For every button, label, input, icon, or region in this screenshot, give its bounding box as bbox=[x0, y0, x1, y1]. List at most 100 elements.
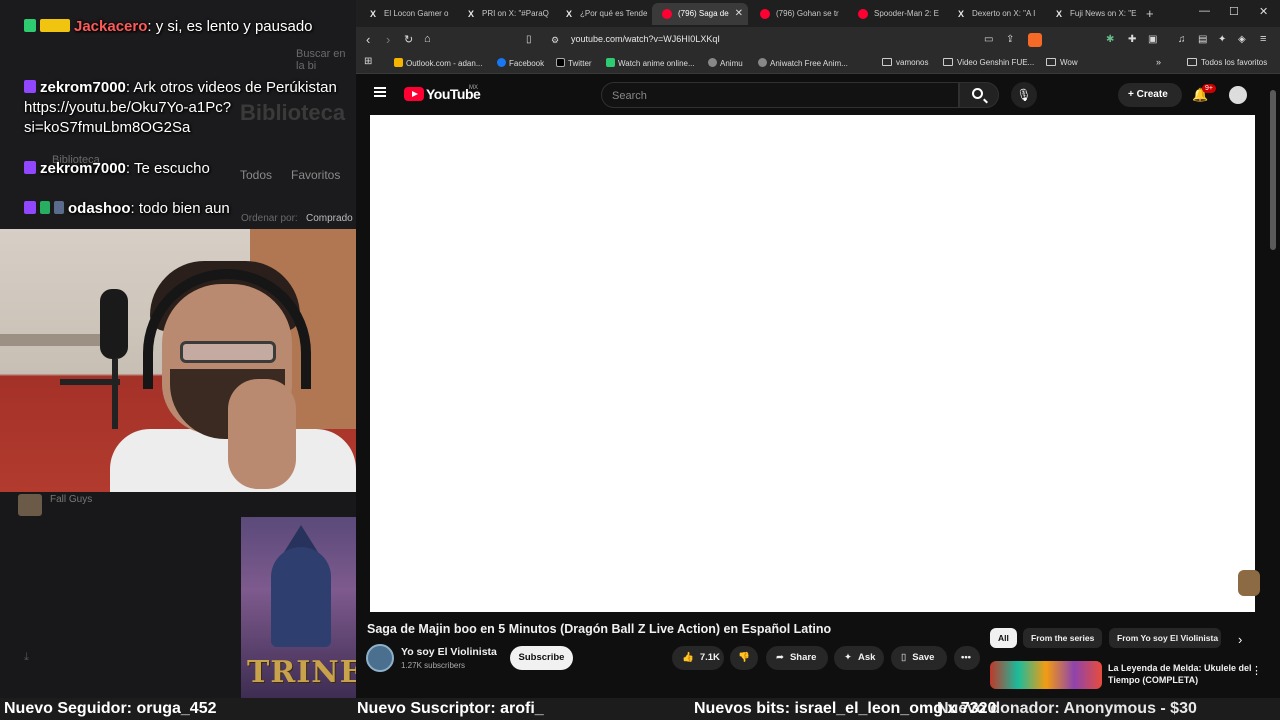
browser-tab[interactable]: (796) Gohan se tr bbox=[750, 3, 846, 25]
related-filter-chips: All From the series From Yo soy El Violi… bbox=[990, 628, 1280, 648]
youtube-logo-icon[interactable] bbox=[404, 87, 424, 101]
browser-tab[interactable]: Spooder-Man 2: E bbox=[848, 3, 944, 25]
voice-search-button[interactable]: 🎙 bbox=[1011, 82, 1037, 108]
facebook-icon bbox=[497, 58, 506, 67]
tab-bar: X El Locon Gamer o X PRI on X: "#ParaQ X ¿P… bbox=[356, 0, 1280, 27]
ai-icon[interactable]: ✦ bbox=[1218, 34, 1226, 45]
save-button[interactable]: ▯ Save bbox=[891, 646, 947, 670]
account-avatar[interactable] bbox=[1229, 86, 1247, 104]
bookmark-item[interactable]: Aniwatch Free Anim... bbox=[758, 58, 848, 68]
recommended-video-thumbnail[interactable] bbox=[990, 661, 1102, 689]
new-tab-button[interactable]: + bbox=[1146, 6, 1154, 21]
wallet-icon[interactable]: ▤ bbox=[1198, 34, 1207, 45]
minimize-button[interactable]: — bbox=[1199, 5, 1210, 17]
bookmark-icon[interactable]: ▯ bbox=[526, 34, 532, 45]
save-label: Save bbox=[912, 652, 935, 663]
reload-button[interactable]: ↻ bbox=[404, 33, 413, 46]
search-icon bbox=[972, 88, 983, 99]
microphone-icon: 🎙 bbox=[1016, 88, 1032, 102]
search-button[interactable] bbox=[959, 82, 999, 108]
browser-tab[interactable]: X Dexerto on X: "A I bbox=[946, 3, 1042, 25]
create-button[interactable]: + Create bbox=[1118, 83, 1182, 107]
browser-window: X El Locon Gamer o X PRI on X: "#ParaQ X ¿P… bbox=[356, 0, 1280, 698]
page-scrollbar[interactable] bbox=[1270, 90, 1276, 250]
like-button[interactable]: 👍 7.1K bbox=[672, 646, 724, 670]
chat-message: Jackacero: y si, es lento y pausado bbox=[24, 17, 344, 37]
twitch-badge-icon bbox=[24, 161, 36, 174]
trine-title: TRINE bbox=[247, 655, 356, 690]
chat-text: : todo bien aun bbox=[130, 200, 230, 217]
alert-subscriber: Nuevo Suscriptor: arofi_ bbox=[357, 700, 544, 717]
plus-icon: + bbox=[1128, 89, 1137, 100]
subscribe-button[interactable]: Subscribe bbox=[510, 646, 573, 670]
bookmark-label: vamonos bbox=[896, 58, 929, 67]
dislike-button[interactable]: 👎 bbox=[730, 646, 758, 670]
bookmark-item[interactable]: Twitter bbox=[556, 58, 592, 68]
chip-from-series[interactable]: From the series bbox=[1023, 628, 1103, 648]
ghost-search-text: Buscar en la bi bbox=[296, 48, 346, 72]
bookmark-folder[interactable]: vamonos bbox=[882, 58, 928, 67]
thumbs-down-icon: 👎 bbox=[738, 652, 750, 663]
game-thumbnail-icon bbox=[18, 494, 42, 516]
more-actions-button[interactable]: ••• bbox=[954, 646, 980, 670]
chat-message: zekrom7000: Ark otros videos de Perúkist… bbox=[24, 78, 344, 138]
extensions-puzzle-icon[interactable]: ✚ bbox=[1128, 34, 1136, 45]
like-count: 7.1K bbox=[699, 652, 720, 663]
chat-text: : y si, es lento y pausado bbox=[147, 18, 313, 35]
music-icon[interactable]: ♫ bbox=[1178, 34, 1186, 45]
more-options-icon[interactable]: ⋮ bbox=[1251, 664, 1262, 677]
search-placeholder: Search bbox=[612, 90, 647, 102]
tab-title: Dexerto on X: "A I bbox=[972, 9, 1036, 18]
channel-name[interactable]: Yo soy El Violinista bbox=[401, 646, 497, 658]
chip-from-channel[interactable]: From Yo soy El Violinista bbox=[1109, 628, 1221, 648]
menu-icon[interactable]: ≡ bbox=[1260, 33, 1266, 45]
chat-badge-icon bbox=[40, 201, 50, 214]
x-logo-icon: X bbox=[369, 9, 376, 19]
site-info-icon[interactable]: ⚙ bbox=[551, 35, 559, 46]
bookmark-item[interactable]: Outlook.com - adan... bbox=[394, 58, 482, 68]
apps-grid-icon[interactable]: ⊞ bbox=[364, 56, 372, 67]
aniwatch-icon bbox=[758, 58, 767, 67]
share-page-icon[interactable]: ⇪ bbox=[1006, 34, 1014, 45]
extension-icon[interactable]: ✱ bbox=[1106, 34, 1114, 45]
close-tab-icon[interactable]: ✕ bbox=[735, 8, 743, 19]
maximize-button[interactable]: ☐ bbox=[1229, 5, 1239, 18]
bookmark-item[interactable]: Facebook bbox=[497, 58, 544, 68]
browser-tab[interactable]: X Fuji News on X: "E bbox=[1044, 3, 1140, 25]
folder-icon bbox=[943, 58, 953, 66]
home-button[interactable]: ⌂ bbox=[424, 33, 431, 45]
channel-avatar[interactable] bbox=[366, 644, 394, 672]
cast-icon[interactable]: ▭ bbox=[984, 34, 993, 45]
brave-shield-icon[interactable] bbox=[1028, 33, 1042, 47]
share-arrow-icon: ➦ bbox=[776, 652, 784, 663]
share-button[interactable]: ➦ Share bbox=[766, 646, 828, 670]
bookmark-item[interactable]: Animu bbox=[708, 58, 743, 68]
browser-tab-active[interactable]: (796) Saga de ✕ bbox=[652, 3, 748, 25]
more-bookmarks-icon[interactable]: » bbox=[1156, 57, 1161, 67]
close-window-button[interactable]: ✕ bbox=[1259, 5, 1268, 18]
recommended-video-title[interactable]: La Leyenda de Melda: Ukulele del Tiempo … bbox=[1108, 662, 1258, 686]
browser-tab[interactable]: X ¿Por qué es Tende bbox=[554, 3, 650, 25]
bookmark-folder[interactable]: Wow bbox=[1046, 58, 1078, 67]
ask-button[interactable]: ✦ Ask bbox=[834, 646, 884, 670]
chip-all[interactable]: All bbox=[990, 628, 1017, 648]
hamburger-menu-icon[interactable] bbox=[374, 87, 386, 97]
all-bookmarks-folder[interactable]: Todos los favoritos bbox=[1187, 58, 1267, 67]
thumbs-up-icon: 👍 bbox=[682, 652, 694, 663]
game-label: Fall Guys bbox=[50, 494, 93, 505]
sidebar-icon[interactable]: ▣ bbox=[1148, 34, 1157, 45]
back-button[interactable]: ‹ bbox=[366, 32, 370, 47]
browser-tab[interactable]: X El Locon Gamer o bbox=[358, 3, 454, 25]
bookmark-label: Facebook bbox=[509, 59, 545, 68]
outlook-icon bbox=[394, 58, 403, 67]
bookmark-folder[interactable]: Video Genshin FUE... bbox=[943, 58, 1034, 67]
vpn-icon[interactable]: ◈ bbox=[1238, 34, 1246, 45]
url-bar[interactable]: youtube.com/watch?v=WJ6HI0LXKqI bbox=[571, 34, 720, 44]
chevron-right-icon[interactable]: › bbox=[1238, 632, 1242, 647]
search-input[interactable]: Search bbox=[601, 82, 959, 108]
bookmark-item[interactable]: Watch anime online... bbox=[606, 58, 695, 68]
browser-tab[interactable]: X PRI on X: "#ParaQ bbox=[456, 3, 552, 25]
video-player[interactable] bbox=[370, 115, 1255, 612]
forward-button[interactable]: › bbox=[386, 32, 390, 47]
stream-panel: Buscar en la bi Biblioteca Biblioteca To… bbox=[0, 0, 356, 698]
